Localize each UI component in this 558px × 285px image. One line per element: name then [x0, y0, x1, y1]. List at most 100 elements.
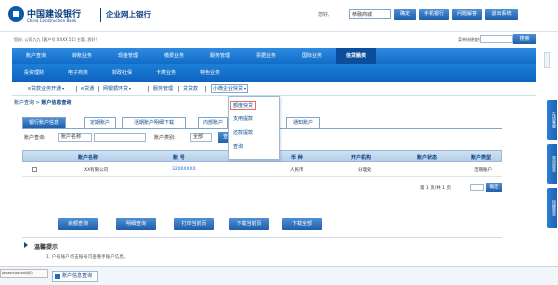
divider: [205, 86, 206, 92]
chevron-down-icon: ▾: [244, 86, 247, 91]
side-tab-quick-menu[interactable]: 快捷菜单: [547, 188, 557, 228]
nav-investment[interactable]: 投资理财: [14, 64, 54, 82]
page-jump-input[interactable]: [470, 184, 484, 191]
task-label: 账户信息查询: [62, 273, 93, 279]
menu-search-input[interactable]: [480, 35, 513, 43]
cell-account-name: XX有限公司: [84, 168, 109, 173]
print-page-button[interactable]: 打印当前页: [174, 218, 214, 230]
nav-account-query[interactable]: 账户查询: [14, 48, 58, 64]
tab-current-detail-download[interactable]: 活期账户明细下载: [122, 117, 186, 128]
menu-search-button[interactable]: 搜索: [513, 34, 536, 44]
chevron-down-icon: ▾: [129, 86, 132, 91]
side-tab-common-menu[interactable]: 常用菜单: [547, 144, 557, 184]
side-tab-online-service[interactable]: 在线客服: [547, 100, 557, 140]
cell-branch: 分理处: [358, 168, 372, 173]
tips-title: 温馨提示: [34, 244, 59, 251]
cell-currency: 人民币: [290, 168, 304, 173]
dropdown-item-repayment[interactable]: 还款提款: [233, 129, 253, 136]
mobile-bank-button[interactable]: 手机银行: [419, 9, 449, 20]
account-query-input[interactable]: [94, 133, 146, 142]
balance-query-button[interactable]: 余额查询: [58, 218, 98, 230]
quick-loan-dropdown: 额度快贷 支用提款 还款提款 查询: [228, 96, 280, 160]
scroll-handle[interactable]: [544, 52, 550, 68]
divider: [148, 86, 149, 92]
nav-payment[interactable]: 缴费业务: [152, 48, 196, 64]
breadcrumb: 账户查询 > 账户信息查询: [14, 99, 71, 106]
confirm-button[interactable]: 确定: [394, 9, 416, 20]
breadcrumb-current: 账户信息查询: [41, 100, 72, 106]
download-all-button[interactable]: 下载全部: [282, 218, 322, 230]
download-page-button[interactable]: 下载当前页: [229, 218, 269, 230]
tab-internal-account[interactable]: 内部账户: [198, 117, 228, 128]
tab-fixed-account[interactable]: 定期账户: [84, 117, 116, 128]
nav-card[interactable]: 卡类业务: [146, 64, 186, 82]
nav3-e-loan-open[interactable]: e贷款业务开通▾: [28, 85, 64, 92]
row-checkbox[interactable]: [32, 167, 37, 172]
nav3-service-mgmt[interactable]: 服务管理: [153, 85, 173, 92]
divider: [76, 86, 77, 92]
nav-fiscal[interactable]: 财政社保: [102, 64, 142, 82]
breadcrumb-prefix[interactable]: 账户查询: [14, 100, 34, 106]
divider: [98, 86, 99, 92]
arrow-right-icon: [24, 242, 28, 248]
tips-line: 1. 户号账户点击账号可查看手账户信息。: [46, 255, 129, 260]
window-icon: [55, 274, 60, 279]
faq-button[interactable]: 问题解答: [452, 9, 482, 20]
col-branch: 开户机构: [351, 155, 372, 161]
nav3-loan[interactable]: 贷贷款: [183, 85, 198, 92]
detail-query-button[interactable]: 明细查询: [116, 218, 156, 230]
top-header: 中国建设银行 China Construction Bank 企业网上银行 您好…: [0, 0, 558, 32]
account-name-select[interactable]: 账户名称: [58, 133, 92, 142]
col-type: 账户类型: [471, 155, 492, 161]
third-nav: e贷款业务开通▾ e贷通 网银循环贷▾ 服务管理 贷贷款 小微企业快贷▾: [12, 84, 536, 96]
welcome-label: 您好,: [318, 12, 330, 18]
tab-bank-account-info[interactable]: 银行账户信息: [22, 117, 66, 128]
nav-bill[interactable]: 票据业务: [244, 48, 288, 64]
action-bar: 余额查询 明细查询 打印当前页 下载当前页 下载全部: [0, 218, 558, 230]
pager-text: 第 1 页/共 1 页: [420, 186, 451, 191]
nav3-small-biz-quick-loan[interactable]: 小微企业快贷▾: [211, 84, 249, 93]
main-nav: 账户查询 转账业务 现金管理 缴费业务 服务管理 票据业务 国际业务 信贷融资: [12, 48, 536, 64]
cell-type: 活期账户: [474, 168, 492, 173]
nav3-e-loan[interactable]: e贷通: [81, 85, 94, 92]
chevron-down-icon: ▾: [62, 86, 65, 91]
col-currency: 币 种: [291, 155, 303, 161]
col-status: 账户状态: [417, 155, 438, 161]
nav-service-mgmt[interactable]: 服务管理: [198, 48, 242, 64]
user-info: 您好, 公司九九 [客户号:XXXX 51] 主管, 您好!: [14, 37, 98, 42]
col-account-name: 账户名称: [78, 155, 99, 161]
nav-cash-mgmt[interactable]: 现金管理: [106, 48, 150, 64]
task-bar: 账户信息查询: [0, 266, 558, 285]
status-url: javascript:void(0): [0, 269, 48, 278]
dropdown-item-query[interactable]: 查询: [233, 143, 243, 150]
tips-panel: 温馨提示 1. 户号账户点击账号可查看手账户信息。: [22, 237, 502, 265]
dropdown-item-quota-loan[interactable]: 额度快贷: [230, 101, 257, 110]
nav-transfer[interactable]: 转账业务: [60, 48, 104, 64]
account-query-label: 账户查询:: [24, 135, 46, 141]
nav3-label: 小微企业快贷: [213, 86, 244, 92]
site-title: 企业网上银行: [106, 10, 151, 19]
nav-credit-finance[interactable]: 信贷融资: [336, 48, 376, 64]
account-type-select[interactable]: 全部: [190, 133, 212, 142]
ccb-logo-icon: [8, 6, 24, 22]
bank-name-en: China Construction Bank: [27, 18, 77, 23]
dropdown-item-drawdown[interactable]: 支用提款: [233, 115, 253, 122]
table-row[interactable]: XX有限公司 3200XXXX 人民币 分理处 活期账户: [22, 163, 502, 177]
sub-nav: 投资理财 电子商务 财政社保 卡类业务 特色业务: [12, 64, 536, 82]
side-floating-tabs: 在线客服 常用菜单 快捷菜单: [545, 100, 558, 230]
nav-special[interactable]: 特色业务: [190, 64, 230, 82]
company-select[interactable]: 恭融商城: [349, 9, 391, 19]
logout-button[interactable]: 退出系统: [485, 9, 518, 20]
tab-notice-account[interactable]: 通知账户: [286, 117, 320, 128]
nav3-label: 网银循环贷: [103, 86, 129, 92]
cell-account-no[interactable]: 3200XXXX: [172, 167, 196, 172]
col-account-no: 账 号: [173, 155, 185, 161]
nav-international[interactable]: 国际业务: [290, 48, 334, 64]
title-divider: [100, 8, 101, 22]
page-jump-button[interactable]: 确定: [486, 183, 502, 192]
account-type-label: 账户类别:: [154, 135, 176, 141]
nav3-revolving-loan[interactable]: 网银循环贷▾: [103, 85, 131, 92]
task-account-query[interactable]: 账户信息查询: [52, 271, 98, 282]
nav-ecommerce[interactable]: 电子商务: [58, 64, 98, 82]
nav3-label: e贷款业务开通: [28, 86, 62, 92]
